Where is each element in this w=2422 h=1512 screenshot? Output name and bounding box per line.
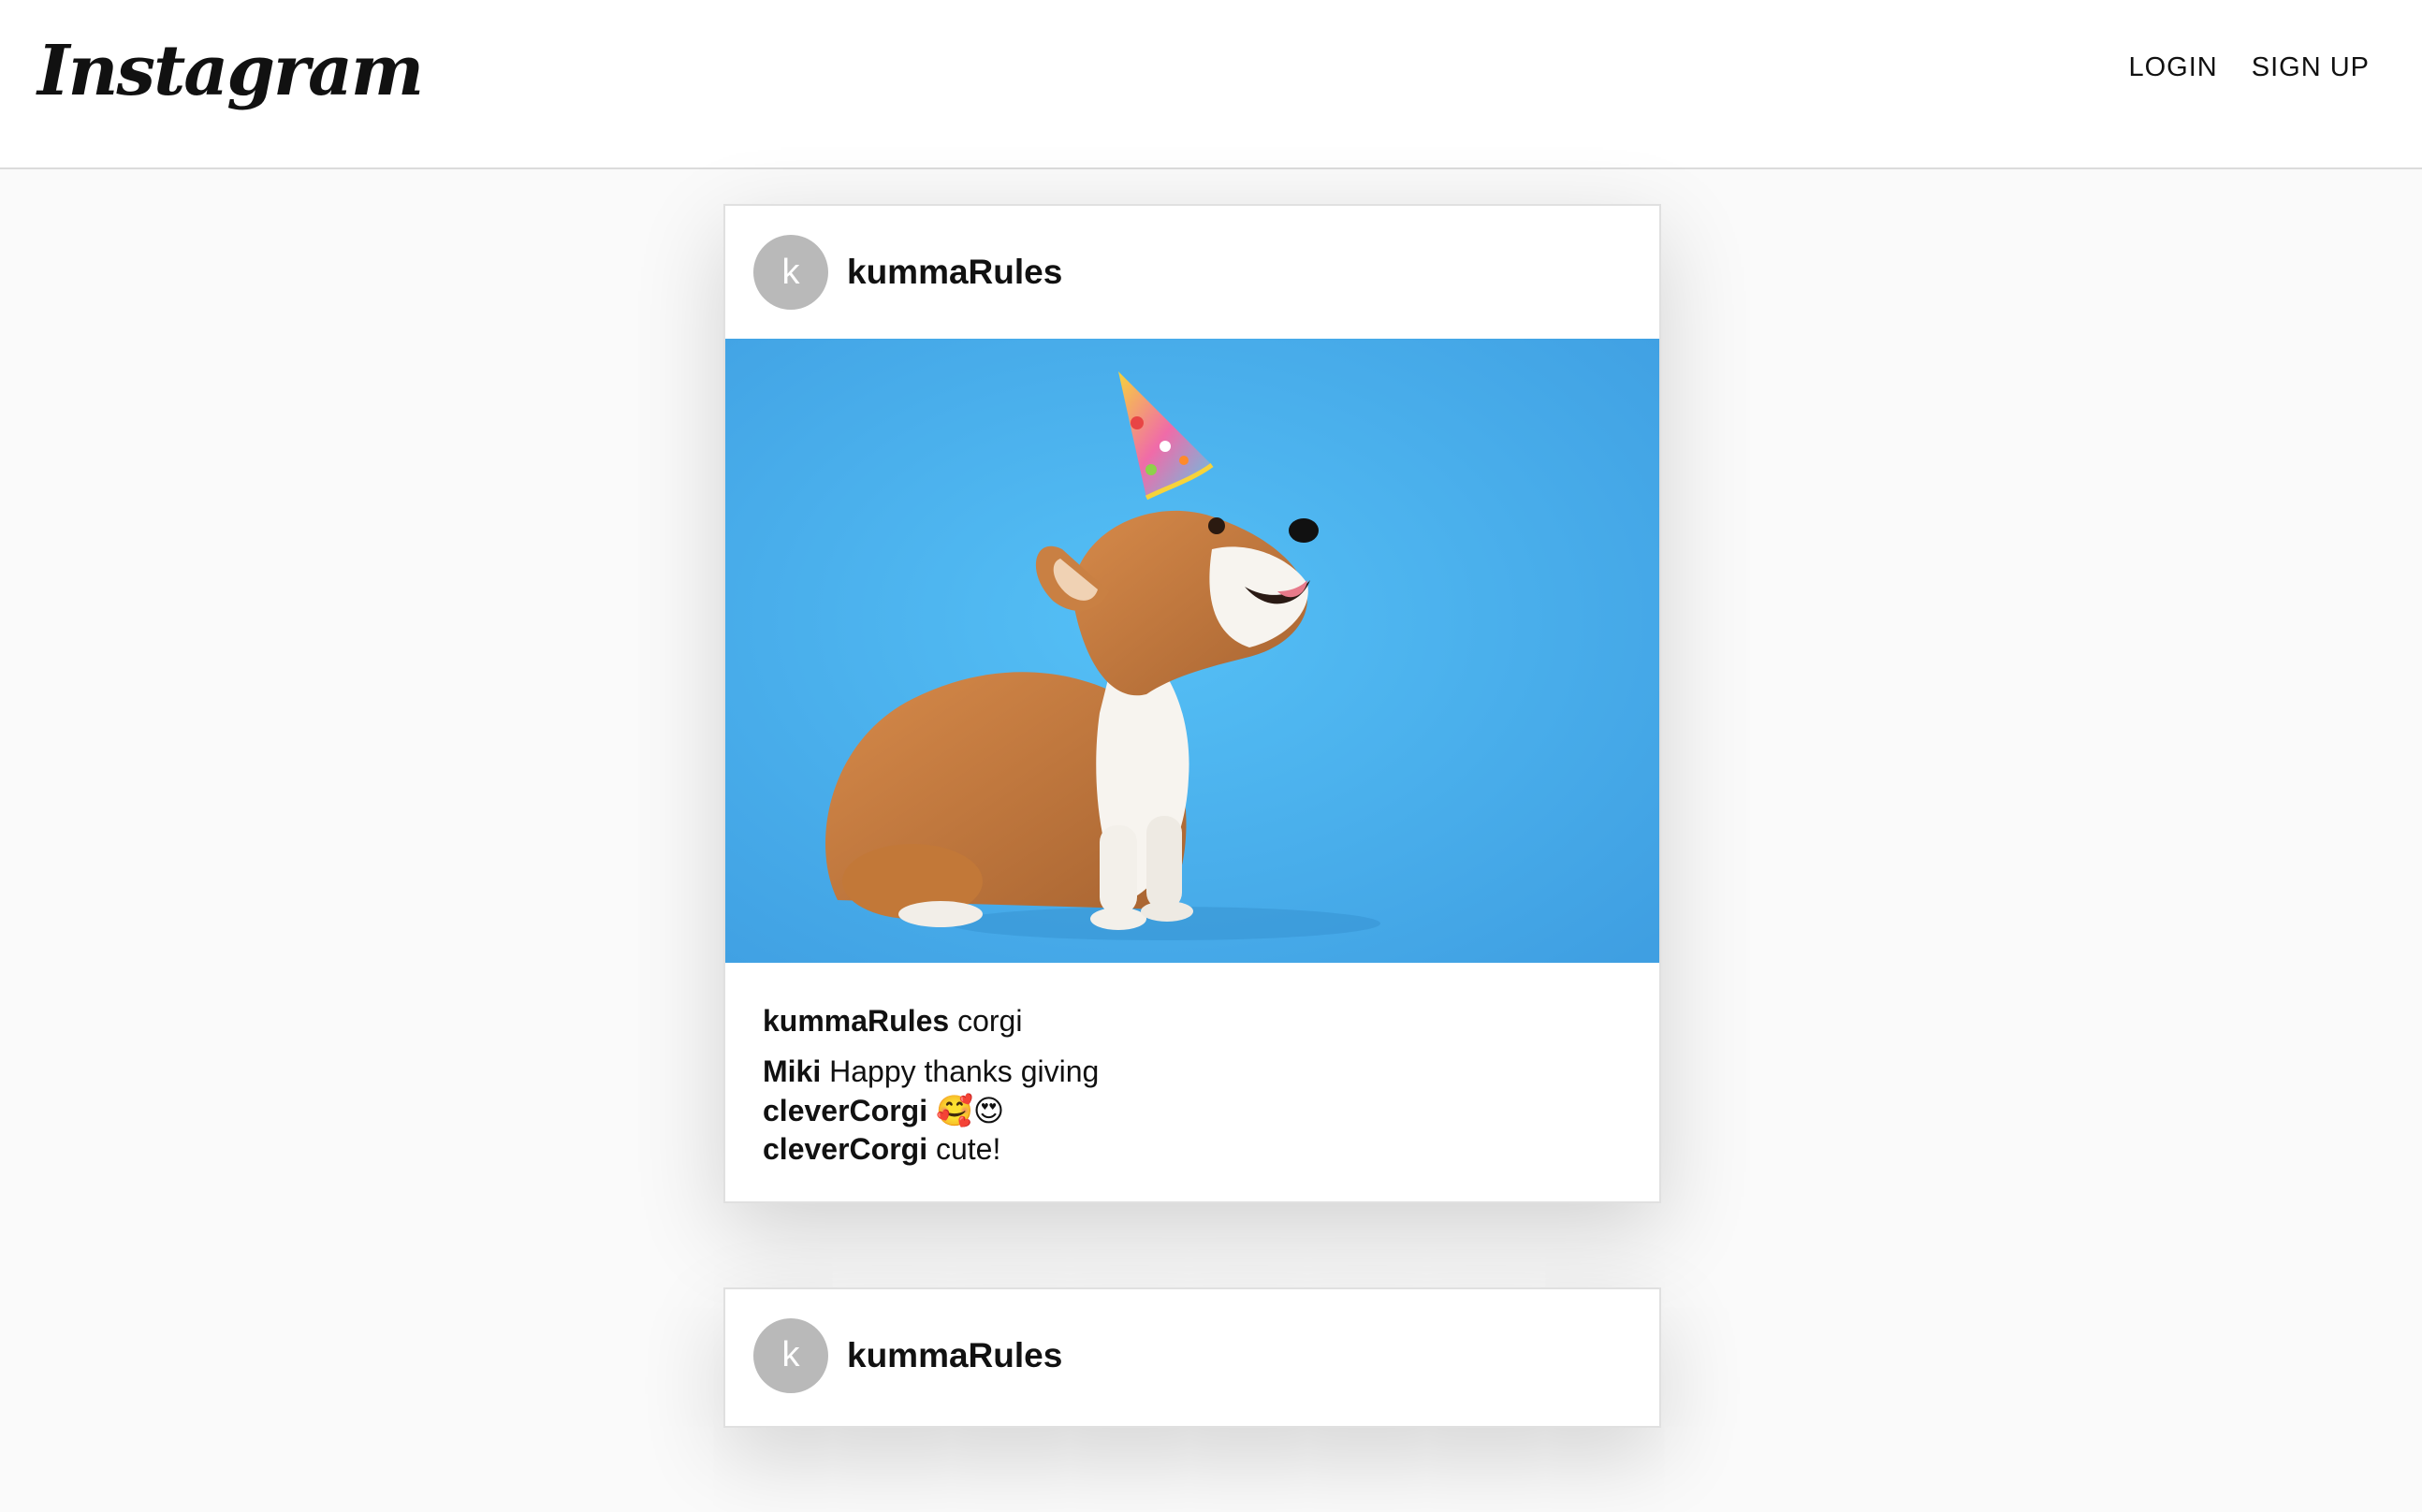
post-card: k kummaRules — [723, 204, 1661, 1203]
user-avatar[interactable]: k — [753, 235, 828, 310]
comment-item: cleverCorgi 🥰😍 — [763, 1092, 1622, 1131]
comment-item: Miki Happy thanks giving — [763, 1053, 1622, 1092]
post-username[interactable]: kummaRules — [847, 253, 1062, 292]
comment-text: 🥰😍 — [935, 1093, 1005, 1127]
post-header: k kummaRules — [725, 1289, 1659, 1422]
top-header: Instagram LOGIN SIGN UP — [0, 0, 2422, 169]
comment-text: Happy thanks giving — [829, 1054, 1100, 1088]
caption-username[interactable]: kummaRules — [763, 1004, 949, 1038]
post-body: kummaRules corgi Miki Happy thanks givin… — [725, 963, 1659, 1201]
post-image — [725, 339, 1659, 963]
caption-text: corgi — [957, 1004, 1023, 1038]
comment-username[interactable]: Miki — [763, 1054, 821, 1088]
post-header: k kummaRules — [725, 206, 1659, 339]
auth-nav: LOGIN SIGN UP — [2129, 52, 2371, 83]
post-username[interactable]: kummaRules — [847, 1336, 1062, 1375]
comment-username[interactable]: cleverCorgi — [763, 1132, 927, 1166]
instagram-logo[interactable]: Instagram — [37, 26, 424, 116]
comment-text: cute! — [935, 1132, 1001, 1167]
comment-username[interactable]: cleverCorgi — [763, 1094, 927, 1127]
post-caption: kummaRules corgi — [763, 1002, 1622, 1040]
comment-item: cleverCorgi cute! — [763, 1130, 1622, 1170]
login-button[interactable]: LOGIN — [2129, 52, 2218, 83]
post-card: k kummaRules — [723, 1287, 1661, 1428]
post-feed: k kummaRules kummaRules corgi Miki Happy… — [723, 204, 1661, 1512]
user-avatar[interactable]: k — [753, 1317, 828, 1393]
signup-button[interactable]: SIGN UP — [2252, 52, 2370, 83]
